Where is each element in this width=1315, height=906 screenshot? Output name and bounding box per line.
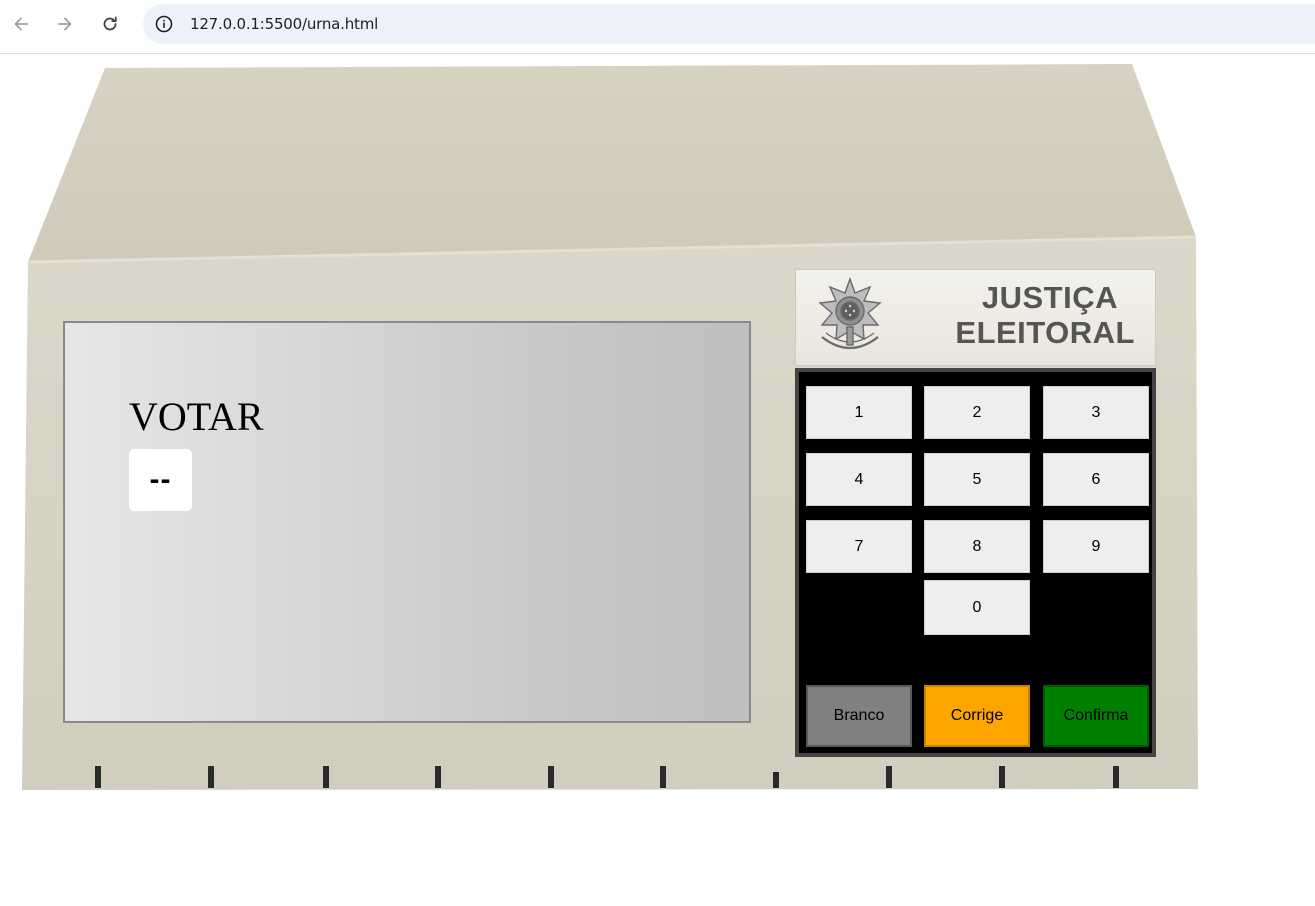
address-bar[interactable]: 127.0.0.1:5500/urna.html — [143, 4, 1315, 44]
info-icon[interactable] — [154, 14, 174, 34]
branco-button[interactable]: Branco — [806, 685, 912, 747]
browser-toolbar: 127.0.0.1:5500/urna.html — [0, 0, 1315, 54]
brand-plate: JUSTIÇA ELEITORAL — [795, 269, 1156, 366]
coat-of-arms-icon — [818, 276, 882, 349]
keypad: 1 2 3 4 5 6 7 8 9 0 Branco Corrige Confi… — [795, 368, 1156, 757]
brand-line-2: ELEITORAL — [955, 315, 1135, 350]
forward-button[interactable] — [50, 9, 80, 39]
voting-machine: VOTAR -- JUSTIÇA ELEITORAL 1 2 3 4 5 6 7… — [0, 54, 1315, 814]
arrow-right-icon — [58, 17, 72, 31]
key-7[interactable]: 7 — [806, 520, 912, 573]
screen-title: VOTAR — [129, 394, 264, 439]
number-box: -- — [129, 449, 192, 511]
brand-line-1: JUSTIÇA — [981, 280, 1118, 315]
key-1[interactable]: 1 — [806, 386, 912, 439]
url-text: 127.0.0.1:5500/urna.html — [190, 15, 379, 33]
confirma-button[interactable]: Confirma — [1043, 685, 1149, 747]
key-2[interactable]: 2 — [924, 386, 1030, 439]
reload-icon — [103, 16, 117, 31]
arrow-left-icon — [14, 17, 28, 31]
key-9[interactable]: 9 — [1043, 520, 1149, 573]
key-6[interactable]: 6 — [1043, 453, 1149, 506]
key-5[interactable]: 5 — [924, 453, 1030, 506]
voting-screen: VOTAR -- — [63, 321, 751, 723]
key-0[interactable]: 0 — [924, 580, 1030, 635]
key-3[interactable]: 3 — [1043, 386, 1149, 439]
key-8[interactable]: 8 — [924, 520, 1030, 573]
corrige-button[interactable]: Corrige — [924, 685, 1030, 747]
reload-button[interactable] — [95, 9, 125, 39]
back-button[interactable] — [6, 9, 36, 39]
key-4[interactable]: 4 — [806, 453, 912, 506]
